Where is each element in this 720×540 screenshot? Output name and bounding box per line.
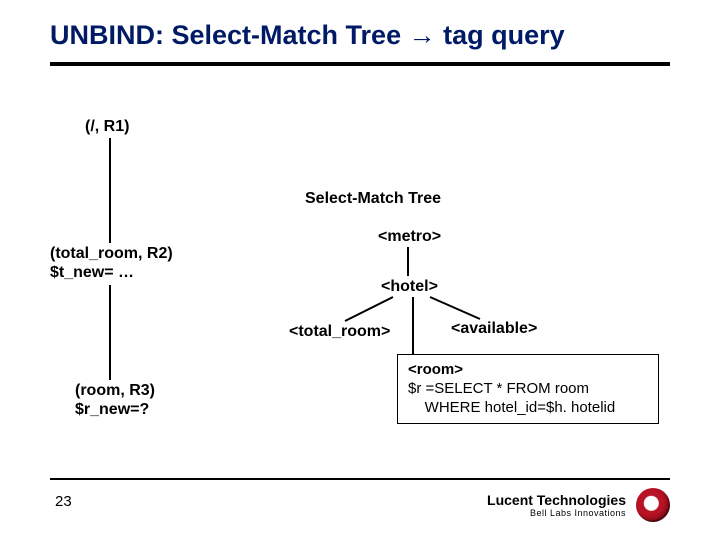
node-room-l2: $r_new=? (75, 401, 149, 419)
node-root: (/, R1) (85, 118, 129, 136)
node-metro: <metro> (378, 228, 441, 246)
room-sql-l1: $r =SELECT * FROM room (408, 380, 648, 399)
ring-icon (636, 488, 670, 522)
title-underline (50, 62, 670, 70)
node-room-l1: (room, R3) (75, 382, 155, 400)
title-part1: UNBIND: Select-Match Tree (50, 20, 409, 50)
logo-text-l1: Lucent Technologies (487, 492, 626, 508)
node-total-room-l1: (total_room, R2) (50, 245, 173, 263)
node-totalroom: <total_room> (289, 323, 390, 341)
page-number: 23 (55, 493, 72, 510)
right-tree-title: Select-Match Tree (305, 190, 441, 208)
node-available: <available> (451, 320, 537, 338)
logo-text-l2: Bell Labs Innovations (487, 508, 626, 518)
footer-rule (50, 478, 670, 480)
node-total-room-l2: $t_new= … (50, 264, 134, 282)
slide-title: UNBIND: Select-Match Tree → tag query (50, 20, 565, 51)
room-sql-l2: WHERE hotel_id=$h. hotelid (408, 399, 648, 418)
room-tag: <room> (408, 361, 648, 380)
lucent-logo: Lucent Technologies Bell Labs Innovation… (487, 488, 670, 522)
arrow-icon: → (409, 20, 436, 50)
node-hotel: <hotel> (381, 278, 438, 296)
room-query-box: <room> $r =SELECT * FROM room WHERE hote… (397, 354, 659, 424)
title-part2: tag query (436, 20, 565, 50)
